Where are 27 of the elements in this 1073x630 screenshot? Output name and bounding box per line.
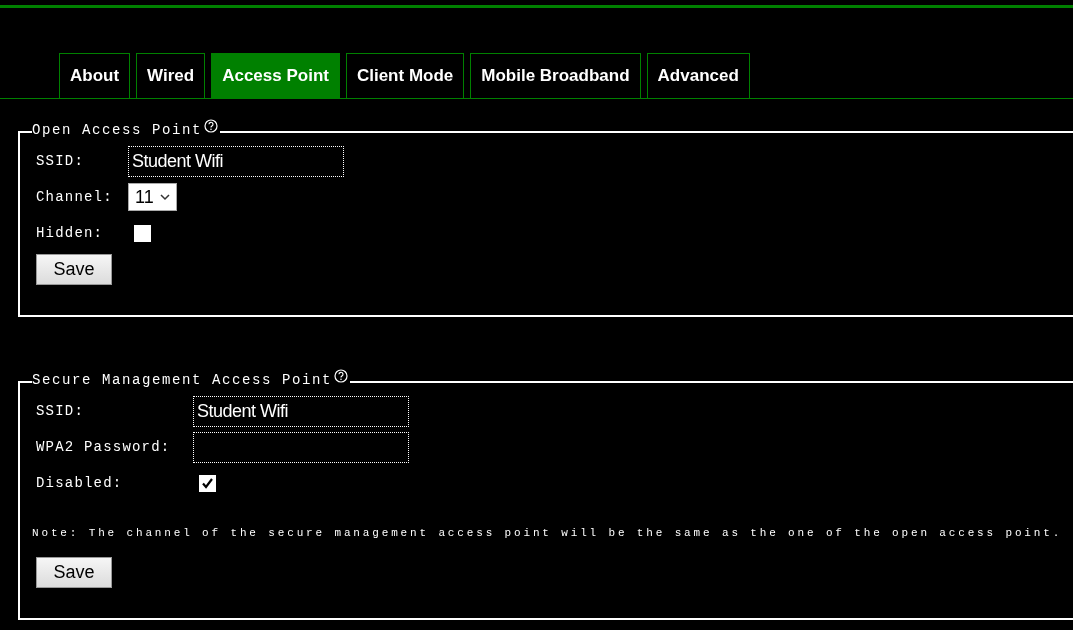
section-title: Secure Management Access Point [32,371,333,390]
help-icon[interactable] [204,119,219,133]
field-label: WPA2 Password: [36,437,172,457]
field-label: SSID: [36,151,85,171]
tab[interactable]: Mobile Broadband [470,53,641,98]
channel-select[interactable]: 11 [128,183,177,211]
text-field[interactable] [193,431,409,463]
section-title: Open Access Point [32,121,203,140]
save-button[interactable]: Save [36,254,112,285]
field-label: Disabled: [36,473,124,493]
chevron-down-icon [159,193,170,201]
checkbox[interactable] [134,224,151,242]
tab[interactable]: About [59,53,131,98]
help-icon[interactable] [334,369,349,383]
field-label: SSID: [36,401,85,421]
note-text: Note: The channel of the secure management access point will be the same as the one of the open access point. [32,526,1064,541]
tab[interactable]: Advanced [646,53,750,98]
tab[interactable]: Wired [136,53,206,98]
field-label: Channel: [36,187,114,207]
tab[interactable]: Access Point [211,53,340,98]
text-field[interactable]: Student Wifi [128,145,344,177]
check-icon [201,476,214,490]
text-field[interactable]: Student Wifi [193,395,409,427]
checkbox[interactable] [199,474,216,492]
save-button[interactable]: Save [36,556,112,588]
tab[interactable]: Client Mode [345,53,465,98]
field-label: Hidden: [36,223,105,243]
